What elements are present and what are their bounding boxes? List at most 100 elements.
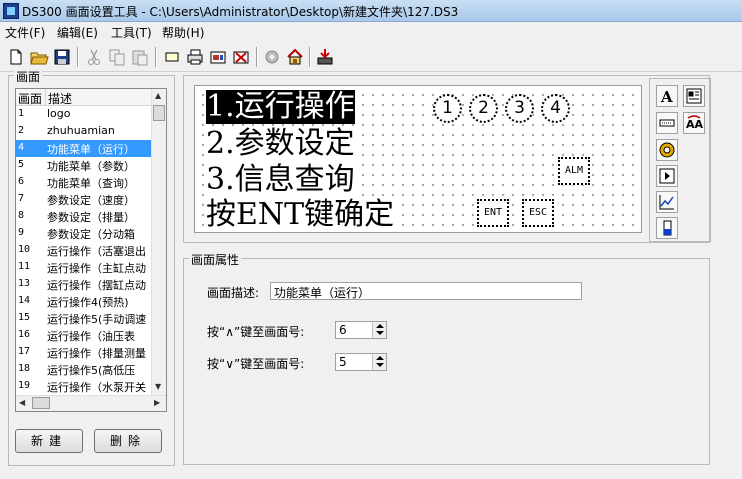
table-row[interactable]: 15 运行操作5(手动调速	[16, 310, 152, 327]
picture-icon[interactable]	[208, 47, 228, 67]
row-screen-number: 18	[18, 363, 31, 374]
copy-icon[interactable]	[107, 47, 127, 67]
row-screen-number: 9	[18, 227, 25, 238]
table-row[interactable]: 18 运行操作5(高低压	[16, 361, 152, 378]
row-screen-number: 1	[18, 108, 25, 119]
scroll-left-icon[interactable]: ◀	[19, 399, 25, 407]
lcd-indicator-3[interactable]: 3	[505, 94, 534, 123]
up-key-screen-value[interactable]: 6	[339, 323, 347, 337]
vertical-scroll-thumb[interactable]	[153, 105, 165, 121]
column-header-description[interactable]: 描述	[48, 90, 72, 107]
open-folder-icon[interactable]	[29, 47, 49, 67]
row-description: 功能菜单（运行）	[47, 143, 135, 156]
column-header-number[interactable]: 画面	[18, 90, 42, 107]
vertical-scrollbar[interactable]: ▲ ▼	[151, 89, 166, 396]
column-divider	[45, 89, 46, 106]
row-description: logo	[47, 107, 71, 120]
table-row[interactable]: 7 参数设定（速度）	[16, 191, 152, 208]
row-screen-number: 15	[18, 312, 31, 323]
screen-list-caption: 画面	[14, 68, 43, 85]
table-row[interactable]: 13 运行操作（摆缸点动	[16, 276, 152, 293]
table-row[interactable]: 9 参数设定（分动箱	[16, 225, 152, 242]
print-icon[interactable]	[185, 47, 205, 67]
table-row[interactable]: 14 运行操作4(预热)	[16, 293, 152, 310]
menu-help[interactable]: 帮助(H)	[162, 24, 204, 41]
table-row[interactable]: 1 logo	[16, 106, 152, 123]
cut-icon[interactable]	[84, 47, 104, 67]
row-screen-number: 17	[18, 346, 31, 357]
up-key-screen-stepper[interactable]: 6	[335, 321, 387, 339]
esc-key-box[interactable]: ESC	[522, 199, 554, 227]
text-icon[interactable]: A	[656, 85, 678, 107]
new-screen-button[interactable]: 新建	[15, 429, 83, 453]
stepper-up-icon[interactable]	[376, 324, 384, 328]
ent-key-box[interactable]: ENT	[477, 199, 509, 227]
menu-edit[interactable]: 编辑(E)	[57, 24, 98, 41]
row-description: 运行操作（排量测量	[47, 347, 146, 360]
menu-file[interactable]: 文件(F)	[5, 24, 45, 41]
horizontal-scrollbar[interactable]: ◀ ▶	[16, 395, 166, 411]
stepper-buttons[interactable]	[372, 354, 386, 370]
download-icon[interactable]	[315, 47, 335, 67]
table-row[interactable]: 8 参数设定（排量）	[16, 208, 152, 225]
table-row[interactable]: 16 运行操作（油压表	[16, 327, 152, 344]
screen-listview[interactable]: 画面 描述 1 logo 2 zhuhuamian 4 功能菜单（运行） 5 功能菜单（参数）…	[15, 88, 167, 412]
image-text-icon[interactable]	[683, 85, 705, 107]
save-icon[interactable]	[52, 47, 72, 67]
play-button-icon[interactable]	[656, 165, 678, 187]
lcd-line-4[interactable]: 按ENT键确定	[206, 198, 395, 232]
stepper-buttons[interactable]	[372, 322, 386, 338]
row-screen-number: 6	[18, 176, 25, 187]
table-row[interactable]: 10 运行操作（活塞退出	[16, 242, 152, 259]
screen-list-group: 画面 画面 描述 1 logo 2 zhuhuamian 4 功能菜单（运行） 5 功能菜单（…	[8, 68, 175, 466]
round-indicator-icon[interactable]	[656, 139, 678, 161]
stepper-up-icon[interactable]	[376, 356, 384, 360]
row-description: 运行操作（水泵开关	[47, 381, 146, 394]
lcd-indicator-2[interactable]: 2	[469, 94, 498, 123]
table-row[interactable]: 5 功能菜单（参数）	[16, 157, 152, 174]
scroll-right-icon[interactable]: ▶	[154, 399, 160, 407]
delete-icon[interactable]	[231, 47, 251, 67]
lcd-indicator-4[interactable]: 4	[541, 94, 570, 123]
table-row[interactable]: 4 功能菜单（运行）	[16, 140, 152, 157]
lcd-line-3[interactable]: 3.信息查询	[206, 163, 355, 197]
lcd-indicator-1[interactable]: 1	[433, 94, 462, 123]
down-key-label: 按“∨”键至画面号:	[207, 357, 305, 371]
toolbar	[0, 42, 742, 72]
horizontal-scroll-thumb[interactable]	[32, 397, 50, 409]
alarm-box[interactable]: ALM	[558, 157, 590, 185]
scroll-up-icon[interactable]: ▲	[155, 92, 161, 100]
listview-rows: 1 logo 2 zhuhuamian 4 功能菜单（运行） 5 功能菜单（参数） 6 功能菜单（…	[16, 106, 152, 396]
down-key-screen-stepper[interactable]: 5	[335, 353, 387, 371]
table-row[interactable]: 6 功能菜单（查询）	[16, 174, 152, 191]
description-input[interactable]: 功能菜单（运行）	[270, 282, 582, 300]
row-description: 参数设定（速度）	[47, 194, 135, 207]
screen-icon[interactable]	[162, 47, 182, 67]
scroll-down-icon[interactable]: ▼	[155, 383, 161, 391]
screen-properties-group: 画面属性 画面描述: 功能菜单（运行） 按“∧”键至画面号: 6 按“∨”键至画…	[183, 251, 710, 465]
row-screen-number: 8	[18, 210, 25, 221]
trend-chart-icon[interactable]	[656, 191, 678, 213]
bar-meter-icon[interactable]	[656, 217, 678, 239]
paste-icon[interactable]	[130, 47, 150, 67]
row-description: 运行操作（主缸点动	[47, 262, 146, 275]
lcd-line-1[interactable]: 1.运行操作	[206, 90, 355, 124]
stepper-down-icon[interactable]	[376, 363, 384, 367]
home-icon[interactable]	[285, 47, 305, 67]
alarm-text-icon[interactable]: AA	[683, 112, 705, 134]
lcd-preview[interactable]: 1.运行操作 2.参数设定 3.信息查询 按ENT键确定 1 2 3 4 ALM…	[194, 85, 642, 233]
row-screen-number: 14	[18, 295, 31, 306]
table-row[interactable]: 2 zhuhuamian	[16, 123, 152, 140]
row-description: 功能菜单（查询）	[47, 177, 135, 190]
lcd-line-2[interactable]: 2.参数设定	[206, 127, 355, 161]
table-row[interactable]: 11 运行操作（主缸点动	[16, 259, 152, 276]
settings-icon[interactable]	[262, 47, 282, 67]
table-row[interactable]: 17 运行操作（排量测量	[16, 344, 152, 361]
table-row[interactable]: 19 运行操作（水泵开关	[16, 378, 152, 395]
down-key-screen-value[interactable]: 5	[339, 355, 347, 369]
new-file-icon[interactable]	[6, 47, 26, 67]
numeric-display-icon[interactable]	[656, 112, 678, 134]
menu-tools[interactable]: 工具(T)	[111, 24, 152, 41]
delete-screen-button[interactable]: 删除	[94, 429, 162, 453]
stepper-down-icon[interactable]	[376, 331, 384, 335]
